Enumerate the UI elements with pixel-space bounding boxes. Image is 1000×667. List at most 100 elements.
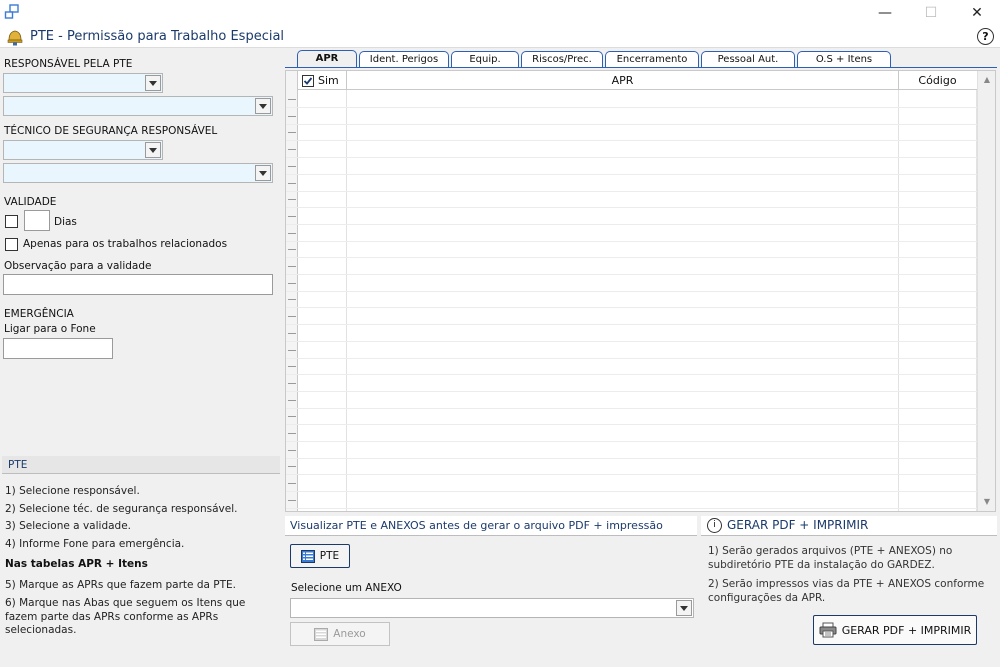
tab-apr[interactable]: APR xyxy=(297,50,357,68)
apr-grid[interactable]: Sim APR Código ▲ ▼ xyxy=(285,70,996,512)
row-header-tick xyxy=(288,416,296,418)
pte-preview-label: PTE xyxy=(319,550,340,562)
step-2: 2) Selecione téc. de segurança responsáv… xyxy=(5,502,238,515)
row-header-tick xyxy=(288,99,296,100)
row-header-tick xyxy=(288,115,296,117)
maximize-button[interactable]: ☐ xyxy=(908,0,954,26)
anexo-button-label: Anexo xyxy=(333,628,366,640)
app-window-icon xyxy=(4,4,19,19)
scroll-up-icon[interactable]: ▲ xyxy=(982,75,992,85)
step-6-line-3: selecionadas. xyxy=(5,624,77,636)
tecnico-code-combo[interactable] xyxy=(3,140,163,160)
grid-row-line xyxy=(286,507,978,509)
info-2-line-1: 2) Serão impressos vias da PTE + ANEXOS … xyxy=(708,578,985,590)
pte-preview-button[interactable]: PTE xyxy=(290,544,350,568)
row-header-tick xyxy=(288,249,296,251)
tecnico-name-combo[interactable] xyxy=(3,163,273,183)
info-line-2: 2) Serão impressos vias da PTE + ANEXOS … xyxy=(708,577,993,605)
row-header-tick xyxy=(288,316,296,318)
row-header-tick xyxy=(288,499,296,501)
chevron-down-icon[interactable] xyxy=(676,600,692,616)
step-6-line-1: 6) Marque nas Abas que seguem os Itens q… xyxy=(5,597,246,609)
gerar-section-title: GERAR PDF + IMPRIMIR xyxy=(727,518,869,532)
validade-checkbox[interactable] xyxy=(5,215,18,228)
tab-ident-perigos[interactable]: Ident. Perigos xyxy=(359,51,449,68)
select-all-checkbox[interactable] xyxy=(302,74,314,87)
tab-pessoal-aut[interactable]: Pessoal Aut. xyxy=(701,51,795,68)
row-header-tick xyxy=(288,449,296,451)
ligar-label: Ligar para o Fone xyxy=(4,323,96,335)
responsavel-name-combo[interactable] xyxy=(3,96,273,116)
checkmark-icon xyxy=(303,76,313,85)
info-1-line-2: subdiretório PTE da instalação do GARDEZ… xyxy=(708,559,935,571)
observacao-input[interactable] xyxy=(3,274,273,295)
row-header-tick xyxy=(288,299,296,301)
col-sim-header[interactable]: Sim xyxy=(302,71,346,90)
grid-row-line xyxy=(286,123,978,125)
grid-row-line xyxy=(286,340,978,342)
chevron-down-icon[interactable] xyxy=(255,98,271,114)
responsavel-code-combo[interactable] xyxy=(3,73,163,93)
row-header-tick xyxy=(288,132,296,134)
tab-encerramento[interactable]: Encerramento xyxy=(605,51,699,68)
grid-row-line xyxy=(286,173,978,175)
validade-label: VALIDADE xyxy=(4,196,57,208)
step-6: 6) Marque nas Abas que seguem os Itens q… xyxy=(5,597,277,638)
apenas-checkbox[interactable] xyxy=(5,238,18,251)
grid-row-line xyxy=(286,190,978,192)
preview-section-title: Visualizar PTE e ANEXOS antes de gerar o… xyxy=(290,519,663,532)
grid-row-line xyxy=(286,223,978,225)
step-3: 3) Selecione a validade. xyxy=(5,520,131,532)
row-header-tick xyxy=(288,199,296,201)
minimize-button[interactable]: — xyxy=(862,0,908,26)
anexo-select[interactable] xyxy=(290,598,694,618)
row-header-tick xyxy=(288,382,296,384)
row-header-tick xyxy=(288,483,296,485)
grid-row-line xyxy=(286,240,978,242)
tab-equip[interactable]: Equip. xyxy=(451,51,519,68)
dias-input[interactable] xyxy=(24,210,50,231)
pte-section-title: PTE xyxy=(8,459,28,471)
grid-row-line xyxy=(286,441,978,442)
fone-input[interactable] xyxy=(3,338,113,359)
grid-row-line xyxy=(286,290,978,292)
chevron-down-icon[interactable] xyxy=(145,142,161,158)
selecione-anexo-label: Selecione um ANEXO xyxy=(291,582,402,594)
row-header-tick xyxy=(288,399,296,401)
row-header-tick xyxy=(288,165,296,167)
chevron-down-icon[interactable] xyxy=(255,165,271,181)
grid-row-line xyxy=(286,157,978,159)
col-apr-header[interactable]: APR xyxy=(346,71,898,90)
row-header-tick xyxy=(288,232,296,234)
help-button[interactable]: ? xyxy=(977,28,994,45)
responsavel-label: RESPONSÁVEL PELA PTE xyxy=(4,58,133,70)
gerar-pdf-imprimir-button[interactable]: GERAR PDF + IMPRIMIR xyxy=(813,615,977,645)
grid-row-line xyxy=(286,207,978,209)
chevron-down-icon[interactable] xyxy=(145,75,161,91)
instructions-list: 1) Selecione responsável. 2) Selecione t… xyxy=(5,483,277,638)
tab-riscos-prec[interactable]: Riscos/Prec. xyxy=(521,51,603,68)
row-header-tick xyxy=(288,282,296,284)
printer-icon xyxy=(819,622,837,638)
os-title-bar: — ☐ ✕ xyxy=(0,0,1000,26)
grid-row-line xyxy=(286,424,978,426)
grid-row-line xyxy=(286,324,978,326)
row-header-tick xyxy=(288,182,296,184)
document-list-icon xyxy=(314,627,329,641)
info-icon: i xyxy=(707,518,722,533)
tab-os-itens[interactable]: O.S + Itens xyxy=(797,51,891,68)
pte-section-header: PTE xyxy=(2,456,280,474)
scroll-down-icon[interactable]: ▼ xyxy=(982,497,992,507)
tecnico-label: TÉCNICO DE SEGURANÇA RESPONSÁVEL xyxy=(4,125,218,137)
anexo-button[interactable]: Anexo xyxy=(290,622,390,646)
row-header-tick xyxy=(288,466,296,468)
emergencia-label: EMERGÊNCIA xyxy=(4,308,74,320)
row-header-corner xyxy=(286,71,298,90)
grid-row-line xyxy=(286,274,978,275)
grid-vertical-scrollbar[interactable]: ▲ ▼ xyxy=(977,71,995,511)
col-codigo-header[interactable]: Código xyxy=(898,71,976,90)
close-button[interactable]: ✕ xyxy=(954,0,1000,26)
document-list-icon xyxy=(300,549,315,563)
grid-row-line xyxy=(286,474,978,476)
row-header-tick xyxy=(288,366,296,368)
